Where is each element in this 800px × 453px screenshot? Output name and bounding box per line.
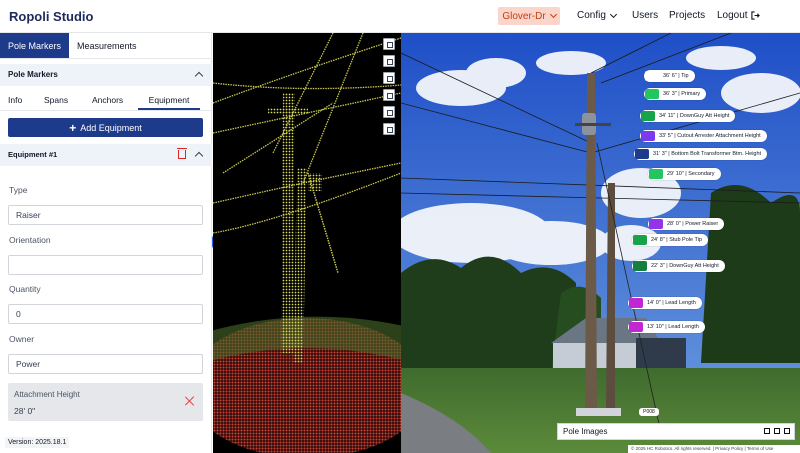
section-title: Pole Markers bbox=[8, 70, 58, 79]
marker-label: 36' 6" | Tip bbox=[663, 73, 689, 79]
marker-label: 36' 3" | Primary bbox=[663, 91, 701, 97]
point-cloud-viewer[interactable] bbox=[213, 33, 401, 453]
tab-pole-markers[interactable]: Pole Markers bbox=[0, 33, 70, 58]
marker-badge bbox=[633, 261, 647, 271]
plus-icon: + bbox=[69, 120, 77, 135]
marker-badge bbox=[635, 149, 649, 159]
marker-label: 29' 10" | Secondary bbox=[667, 171, 715, 177]
project-select[interactable]: Glover-Dr bbox=[498, 7, 560, 25]
owner-label: Owner bbox=[9, 334, 35, 344]
subtab-info[interactable]: Info bbox=[0, 91, 36, 110]
pole-markers-header[interactable]: Pole Markers bbox=[0, 64, 212, 86]
subtab-anchors[interactable]: Anchors bbox=[84, 91, 138, 110]
side-view-icon[interactable] bbox=[383, 106, 395, 118]
marker-label: 33' 5" | Cutout Arrester Attachment Heig… bbox=[659, 133, 761, 139]
pole-images-bar[interactable]: Pole Images bbox=[557, 423, 795, 440]
marker-badge bbox=[629, 322, 643, 332]
quantity-label: Quantity bbox=[9, 284, 41, 294]
tab-measurements[interactable]: Measurements bbox=[69, 33, 145, 58]
nav-projects[interactable]: Projects bbox=[669, 10, 705, 21]
nav-logout[interactable]: Logout bbox=[717, 10, 760, 21]
pole-photo-viewer[interactable] bbox=[401, 33, 800, 453]
marker-label: 34' 11" | DownGuy Att Height bbox=[659, 113, 730, 119]
attachment-height-field[interactable]: Attachment Height 28' 0" bbox=[8, 383, 203, 421]
add-equipment-label: Add Equipment bbox=[80, 122, 142, 133]
marker-badge bbox=[641, 111, 655, 121]
marker-badge bbox=[645, 71, 659, 81]
nav-config[interactable]: Config bbox=[577, 10, 617, 21]
orientation-field[interactable] bbox=[8, 255, 203, 275]
marker-primary[interactable]: 36' 3" | Primary bbox=[644, 88, 707, 100]
subtab-spans[interactable]: Spans bbox=[36, 91, 84, 110]
point-cloud-render bbox=[213, 33, 401, 453]
save-icon[interactable] bbox=[764, 428, 770, 434]
marker-badge bbox=[633, 235, 647, 245]
marker-badge bbox=[641, 131, 655, 141]
attachment-height-label: Attachment Height bbox=[14, 390, 80, 399]
marker-lead-length-1[interactable]: 14' 0" | Lead Length bbox=[628, 297, 702, 309]
project-select-label: Glover-Dr bbox=[502, 10, 546, 22]
attachment-height-value: 28' 0" bbox=[14, 406, 36, 416]
trash-icon[interactable] bbox=[177, 148, 187, 159]
owner-field[interactable]: Power bbox=[8, 354, 203, 374]
marker-label: 28' 0" | Power Raiser bbox=[667, 221, 719, 227]
pole-images-label: Pole Images bbox=[563, 427, 608, 436]
marker-badge bbox=[629, 298, 643, 308]
chevron-up-icon[interactable] bbox=[194, 71, 204, 81]
marker-badge bbox=[649, 219, 663, 229]
version-label: Version: 2025.18.1 bbox=[5, 437, 70, 448]
pole-tag[interactable]: P008 bbox=[639, 408, 659, 416]
logout-icon bbox=[750, 11, 760, 20]
panel-tabs: Pole Markers Measurements bbox=[0, 33, 211, 59]
clear-icon[interactable] bbox=[185, 396, 195, 406]
equipment-header[interactable]: Equipment #1 bbox=[0, 144, 212, 166]
marker-label: 22' 3" | DownGuy Att Height bbox=[651, 263, 719, 269]
nav-logout-label: Logout bbox=[717, 10, 748, 21]
expand-icon[interactable] bbox=[784, 428, 790, 434]
subtab-equipment[interactable]: Equipment bbox=[138, 91, 200, 110]
marker-transformer[interactable]: 31' 3" | Bottom Bolt Transformer Btm. He… bbox=[634, 148, 768, 160]
front-view-icon[interactable] bbox=[383, 89, 395, 101]
chevron-down-icon bbox=[609, 10, 617, 18]
brand-logo[interactable]: Ropoli Studio bbox=[9, 9, 93, 24]
edit-icon[interactable] bbox=[774, 428, 780, 434]
nav-users[interactable]: Users bbox=[632, 10, 658, 21]
marker-badge bbox=[649, 169, 663, 179]
top-view-icon[interactable] bbox=[383, 123, 395, 135]
marker-subtabs: Info Spans Anchors Equipment bbox=[0, 91, 212, 111]
pole-photo bbox=[401, 33, 800, 453]
chevron-up-icon[interactable] bbox=[194, 151, 204, 161]
footer: © 2025 HC Robotics. All rights reserved.… bbox=[628, 445, 800, 453]
marker-downguy-2[interactable]: 22' 3" | DownGuy Att Height bbox=[632, 260, 725, 272]
marker-secondary[interactable]: 29' 10" | Secondary bbox=[648, 168, 721, 180]
marker-power-raiser[interactable]: 28' 0" | Power Raiser bbox=[648, 218, 725, 230]
type-label: Type bbox=[9, 185, 28, 195]
marker-lead-length-2[interactable]: 13' 10" | Lead Length bbox=[628, 321, 705, 333]
marker-label: 31' 3" | Bottom Bolt Transformer Btm. He… bbox=[653, 151, 762, 157]
add-equipment-button[interactable]: + Add Equipment bbox=[8, 118, 203, 137]
equipment-title: Equipment #1 bbox=[8, 150, 58, 159]
marker-downguy[interactable]: 34' 11" | DownGuy Att Height bbox=[640, 110, 736, 122]
nav-config-label: Config bbox=[577, 10, 606, 21]
top-bar: Ropoli Studio Glover-Dr Config Users Pro… bbox=[0, 0, 800, 33]
pole-images-controls bbox=[764, 428, 790, 434]
left-panel: Pole Markers Measurements Pole Markers I… bbox=[0, 33, 212, 453]
viewer-toolbar bbox=[383, 38, 395, 135]
marker-cutout-arrester[interactable]: 33' 5" | Cutout Arrester Attachment Heig… bbox=[640, 130, 767, 142]
marker-stub-pole-tip[interactable]: 24' 8" | Stub Pole Tip bbox=[632, 234, 708, 246]
fullscreen-icon[interactable] bbox=[383, 38, 395, 50]
layers-icon[interactable] bbox=[383, 72, 395, 84]
quantity-field[interactable]: 0 bbox=[8, 304, 203, 324]
marker-label: 24' 8" | Stub Pole Tip bbox=[651, 237, 702, 243]
marker-tip[interactable]: 36' 6" | Tip bbox=[644, 70, 695, 82]
chevron-down-icon bbox=[549, 10, 557, 19]
reset-view-icon[interactable] bbox=[383, 55, 395, 67]
type-field[interactable]: Raiser bbox=[8, 205, 203, 225]
marker-label: 14' 0" | Lead Length bbox=[647, 300, 696, 306]
orientation-label: Orientation bbox=[9, 235, 51, 245]
marker-badge bbox=[645, 89, 659, 99]
marker-label: 13' 10" | Lead Length bbox=[647, 324, 699, 330]
